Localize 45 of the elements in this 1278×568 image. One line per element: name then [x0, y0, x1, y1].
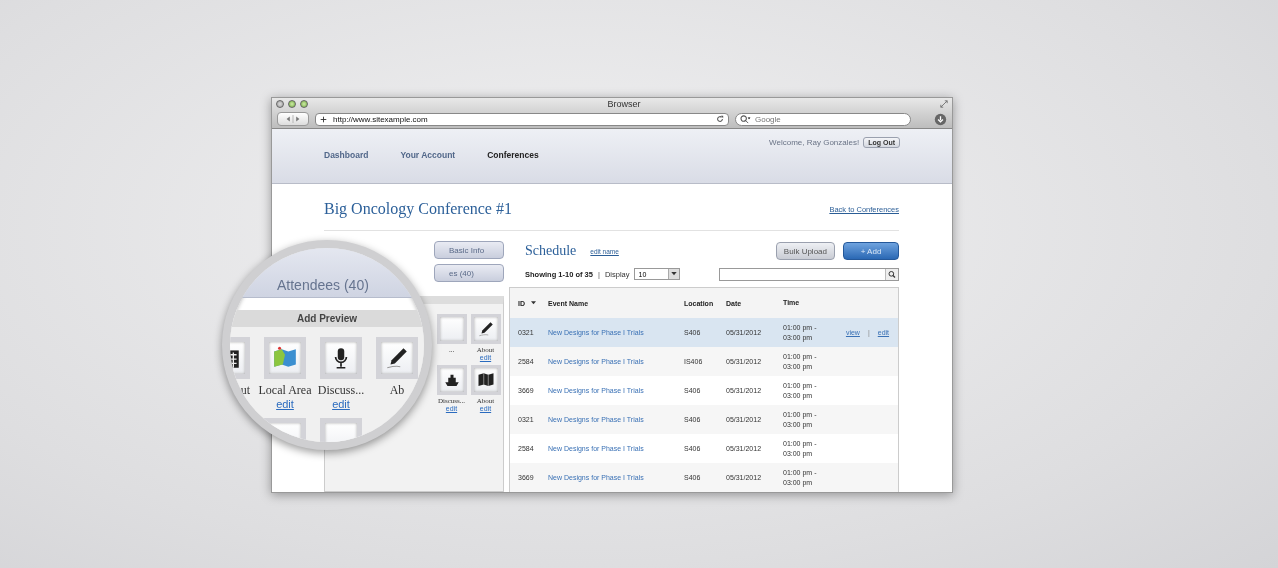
sidebar-tab[interactable]: es (40): [434, 264, 504, 282]
pen-icon: [384, 345, 410, 371]
tile-frame[interactable]: [320, 337, 362, 379]
search-icon[interactable]: [885, 268, 898, 280]
plus-icon[interactable]: [320, 115, 327, 123]
nav-link[interactable]: Your Account: [400, 150, 456, 183]
sort-caret-icon[interactable]: [531, 301, 536, 305]
reload-icon[interactable]: [716, 115, 724, 124]
attendees-tab[interactable]: Attendees (40): [277, 277, 369, 293]
pen-icon: [476, 320, 495, 338]
tile-frame[interactable]: [470, 314, 501, 344]
tile-label: ut: [240, 383, 250, 398]
table-search-field[interactable]: [719, 267, 899, 281]
search-field[interactable]: Google: [735, 112, 911, 126]
schedule-heading: Schedule: [525, 243, 577, 259]
zoom-button[interactable]: [300, 100, 308, 109]
edit-link[interactable]: edit: [332, 398, 350, 410]
tile-frame[interactable]: [436, 365, 467, 395]
close-button[interactable]: [276, 100, 284, 109]
tile-frame[interactable]: [436, 314, 467, 344]
page-title: Big Oncology Conference #1: [324, 199, 512, 218]
welcome-text: Welcome, Ray Gonzales!: [769, 137, 860, 147]
tile-label: Ab: [389, 383, 405, 398]
back-forward-buttons[interactable]: [277, 112, 309, 127]
window-title: Browser: [606, 99, 642, 110]
tile-label: Local Area: [258, 383, 312, 398]
sidebar-tab[interactable]: Basic Info: [434, 241, 504, 259]
search-icon[interactable]: [740, 114, 751, 124]
edit-link[interactable]: edit: [276, 398, 294, 410]
nav-link[interactable]: Conferences: [487, 150, 539, 183]
bulk-upload-button[interactable]: Bulk Upload: [775, 242, 835, 260]
tile-frame[interactable]: [470, 365, 501, 395]
address-bar[interactable]: http://www.sitexample.com: [315, 112, 729, 126]
download-icon[interactable]: [934, 112, 947, 126]
add-button[interactable]: + Add: [843, 242, 899, 260]
nav-link[interactable]: Dashboard: [324, 150, 369, 183]
map-icon: [476, 371, 495, 389]
minimize-button[interactable]: [288, 100, 296, 109]
resize-icon[interactable]: [940, 100, 948, 109]
url-text: http://www.sitexample.com: [333, 114, 429, 124]
tile-frame[interactable]: [264, 337, 306, 379]
tile-label: Discuss...: [317, 383, 365, 398]
tile-frame[interactable]: [376, 337, 418, 379]
caret-icon: [668, 269, 680, 279]
panel-header: Add Preview: [230, 310, 424, 327]
